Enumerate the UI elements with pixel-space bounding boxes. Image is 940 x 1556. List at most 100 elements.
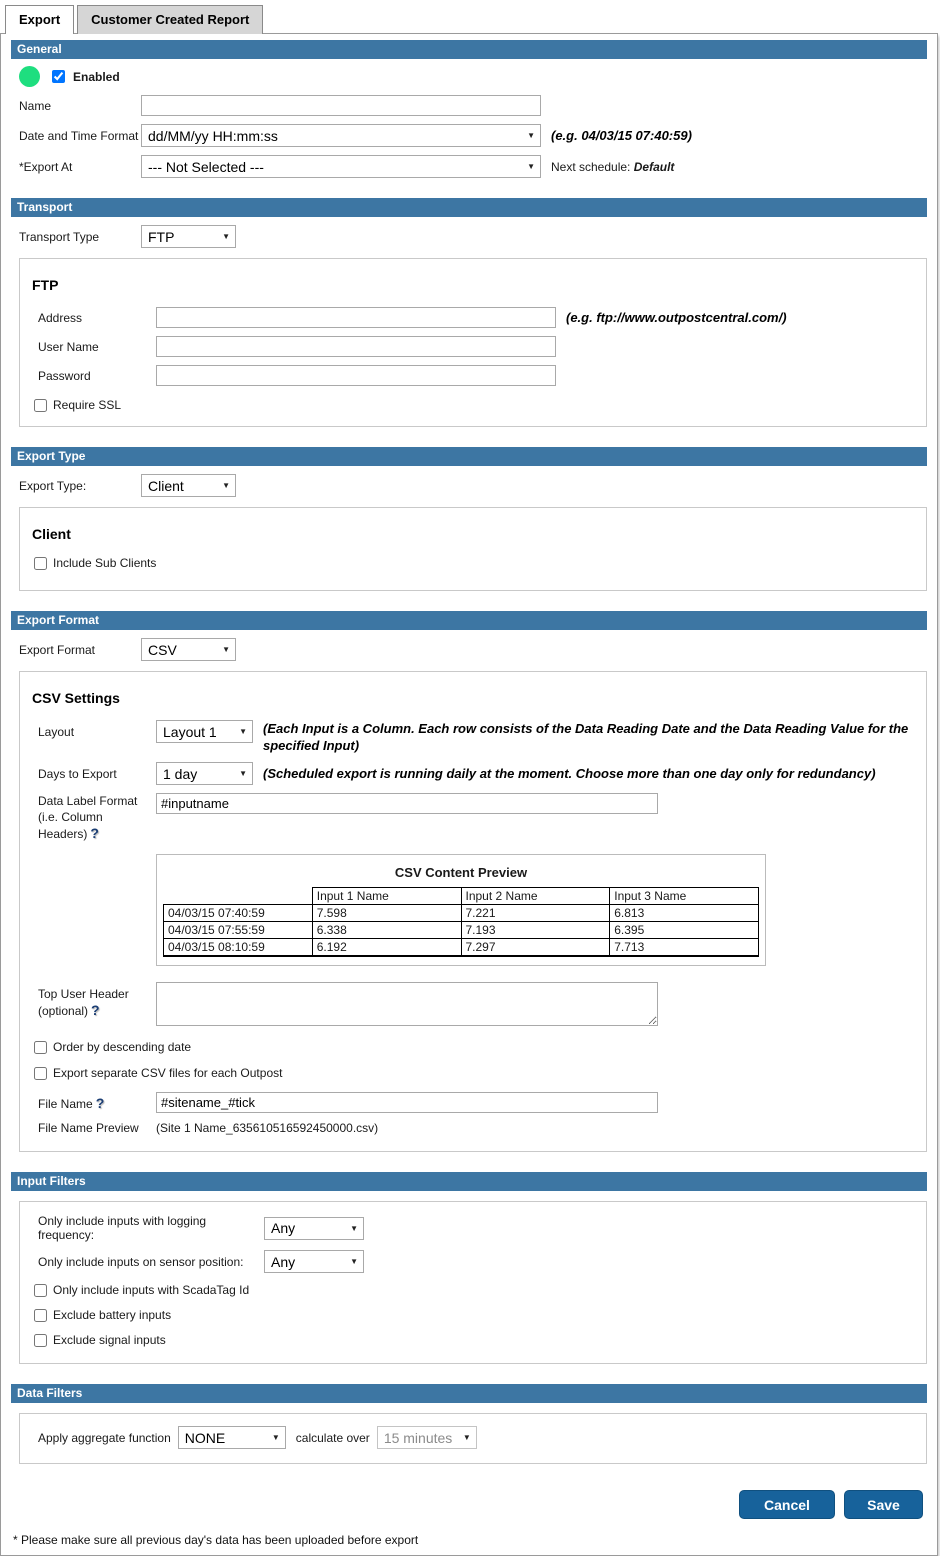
calculate-over-select: 15 minutes ▼	[377, 1426, 477, 1449]
include-sub-clients-row: Include Sub Clients	[34, 556, 914, 570]
enabled-checkbox[interactable]	[52, 70, 65, 83]
file-name-row: File Name?	[38, 1092, 914, 1113]
chevron-down-icon: ▼	[272, 1433, 280, 1442]
days-to-export-hint: (Scheduled export is running daily at th…	[263, 766, 876, 781]
top-user-header-row: Top User Header (optional)?	[38, 982, 914, 1026]
include-sub-clients-checkbox[interactable]	[34, 557, 47, 570]
tab-bar: Export Customer Created Report	[0, 0, 940, 33]
export-type-label: Export Type:	[19, 479, 141, 493]
data-filters-box: Apply aggregate function NONE ▼ calculat…	[19, 1413, 927, 1464]
datetime-format-value: dd/MM/yy HH:mm:ss	[148, 128, 278, 144]
top-user-header-textarea[interactable]	[156, 982, 658, 1026]
help-icon[interactable]: ?	[96, 1095, 105, 1111]
sensor-position-row: Only include inputs on sensor position: …	[38, 1250, 914, 1273]
chevron-down-icon: ▼	[350, 1257, 358, 1266]
datetime-format-row: Date and Time Format dd/MM/yy HH:mm:ss ▼…	[19, 124, 927, 147]
scadatag-checkbox[interactable]	[34, 1284, 47, 1297]
transport-type-select[interactable]: FTP ▼	[141, 225, 236, 248]
order-desc-checkbox[interactable]	[34, 1041, 47, 1054]
separate-files-label: Export separate CSV files for each Outpo…	[53, 1066, 282, 1080]
transport-type-value: FTP	[148, 229, 174, 245]
chevron-down-icon: ▼	[222, 232, 230, 241]
export-format-value: CSV	[148, 642, 177, 658]
data-label-format-input[interactable]	[156, 793, 658, 814]
logging-frequency-select[interactable]: Any ▼	[264, 1217, 364, 1240]
footer-note: * Please make sure all previous day's da…	[13, 1533, 927, 1547]
exclude-signal-checkbox[interactable]	[34, 1334, 47, 1347]
ftp-password-input[interactable]	[156, 365, 556, 386]
datetime-format-hint: (e.g. 04/03/15 07:40:59)	[551, 128, 692, 143]
datetime-format-select[interactable]: dd/MM/yy HH:mm:ss ▼	[141, 124, 541, 147]
logging-frequency-row: Only include inputs with logging frequen…	[38, 1214, 914, 1242]
order-desc-row: Order by descending date	[34, 1040, 914, 1054]
cancel-button[interactable]: Cancel	[739, 1490, 835, 1519]
chevron-down-icon: ▼	[222, 645, 230, 654]
name-input[interactable]	[141, 95, 541, 116]
exclude-battery-label: Exclude battery inputs	[53, 1308, 171, 1322]
exclude-battery-checkbox[interactable]	[34, 1309, 47, 1322]
preview-col-header: Input 2 Name	[461, 888, 610, 905]
data-label-format-label: Data Label Format (i.e. Column Headers)?	[38, 793, 156, 842]
export-at-value: --- Not Selected ---	[148, 159, 264, 175]
ftp-password-row: Password	[38, 365, 914, 386]
save-button[interactable]: Save	[844, 1490, 923, 1519]
tab-customer-created-report[interactable]: Customer Created Report	[77, 5, 263, 34]
ftp-username-input[interactable]	[156, 336, 556, 357]
aggregate-row: Apply aggregate function NONE ▼ calculat…	[38, 1426, 914, 1449]
days-to-export-select[interactable]: 1 day ▼	[156, 762, 253, 785]
ftp-settings-box: FTP Address (e.g. ftp://www.outpostcentr…	[19, 258, 927, 427]
top-user-header-text: Top User Header (optional)	[38, 987, 129, 1018]
export-at-label: *Export At	[19, 160, 141, 174]
preview-row: 04/03/15 07:40:597.5987.2216.813	[164, 905, 759, 922]
layout-select[interactable]: Layout 1 ▼	[156, 720, 253, 743]
ftp-heading: FTP	[32, 277, 914, 293]
separate-files-checkbox[interactable]	[34, 1067, 47, 1080]
file-name-input[interactable]	[156, 1092, 658, 1113]
require-ssl-row: Require SSL	[34, 398, 914, 412]
client-heading: Client	[32, 526, 914, 542]
preview-col-header: Input 1 Name	[312, 888, 461, 905]
csv-preview-row: CSV Content Preview Input 1 NameInput 2 …	[38, 850, 914, 968]
layout-label: Layout	[38, 720, 156, 739]
next-schedule-text: Next schedule: Default	[551, 160, 674, 174]
layout-value: Layout 1	[163, 724, 217, 740]
days-to-export-row: Days to Export 1 day ▼ (Scheduled export…	[38, 762, 914, 785]
transport-type-label: Transport Type	[19, 230, 141, 244]
aggregate-select[interactable]: NONE ▼	[178, 1426, 286, 1449]
ftp-address-row: Address (e.g. ftp://www.outpostcentral.c…	[38, 307, 914, 328]
scadatag-row: Only include inputs with ScadaTag Id	[34, 1283, 914, 1297]
include-sub-clients-label: Include Sub Clients	[53, 556, 156, 570]
ftp-address-input[interactable]	[156, 307, 556, 328]
export-type-select[interactable]: Client ▼	[141, 474, 236, 497]
section-header-export-format: Export Format	[11, 611, 927, 630]
sensor-position-label: Only include inputs on sensor position:	[38, 1255, 264, 1269]
layout-row: Layout Layout 1 ▼ (Each Input is a Colum…	[38, 720, 914, 754]
chevron-down-icon: ▼	[527, 131, 535, 140]
csv-preview-title: CSV Content Preview	[157, 865, 765, 880]
logging-frequency-label: Only include inputs with logging frequen…	[38, 1214, 264, 1242]
tab-export[interactable]: Export	[5, 5, 74, 34]
days-to-export-value: 1 day	[163, 766, 197, 782]
section-header-general: General	[11, 40, 927, 59]
export-form-page: General Enabled Name Date and Time Forma…	[0, 33, 938, 1556]
export-at-select[interactable]: --- Not Selected --- ▼	[141, 155, 541, 178]
help-icon[interactable]: ?	[90, 825, 99, 841]
days-to-export-label: Days to Export	[38, 767, 156, 781]
export-type-value: Client	[148, 478, 184, 494]
export-format-select[interactable]: CSV ▼	[141, 638, 236, 661]
ftp-address-label: Address	[38, 311, 156, 325]
next-schedule-value: Default	[634, 160, 675, 174]
help-icon[interactable]: ?	[91, 1002, 100, 1018]
ftp-address-hint: (e.g. ftp://www.outpostcentral.com/)	[566, 310, 787, 325]
calculate-over-value: 15 minutes	[384, 1430, 452, 1446]
ftp-password-label: Password	[38, 369, 156, 383]
aggregate-label: Apply aggregate function	[38, 1431, 171, 1445]
next-schedule-label: Next schedule:	[551, 160, 630, 174]
chevron-down-icon: ▼	[239, 769, 247, 778]
require-ssl-checkbox[interactable]	[34, 399, 47, 412]
sensor-position-select[interactable]: Any ▼	[264, 1250, 364, 1273]
logging-frequency-value: Any	[271, 1220, 295, 1236]
section-export-format: Export Format Export Format CSV ▼ CSV Se…	[11, 611, 927, 1152]
section-general: General Enabled Name Date and Time Forma…	[11, 40, 927, 178]
client-settings-box: Client Include Sub Clients	[19, 507, 927, 591]
